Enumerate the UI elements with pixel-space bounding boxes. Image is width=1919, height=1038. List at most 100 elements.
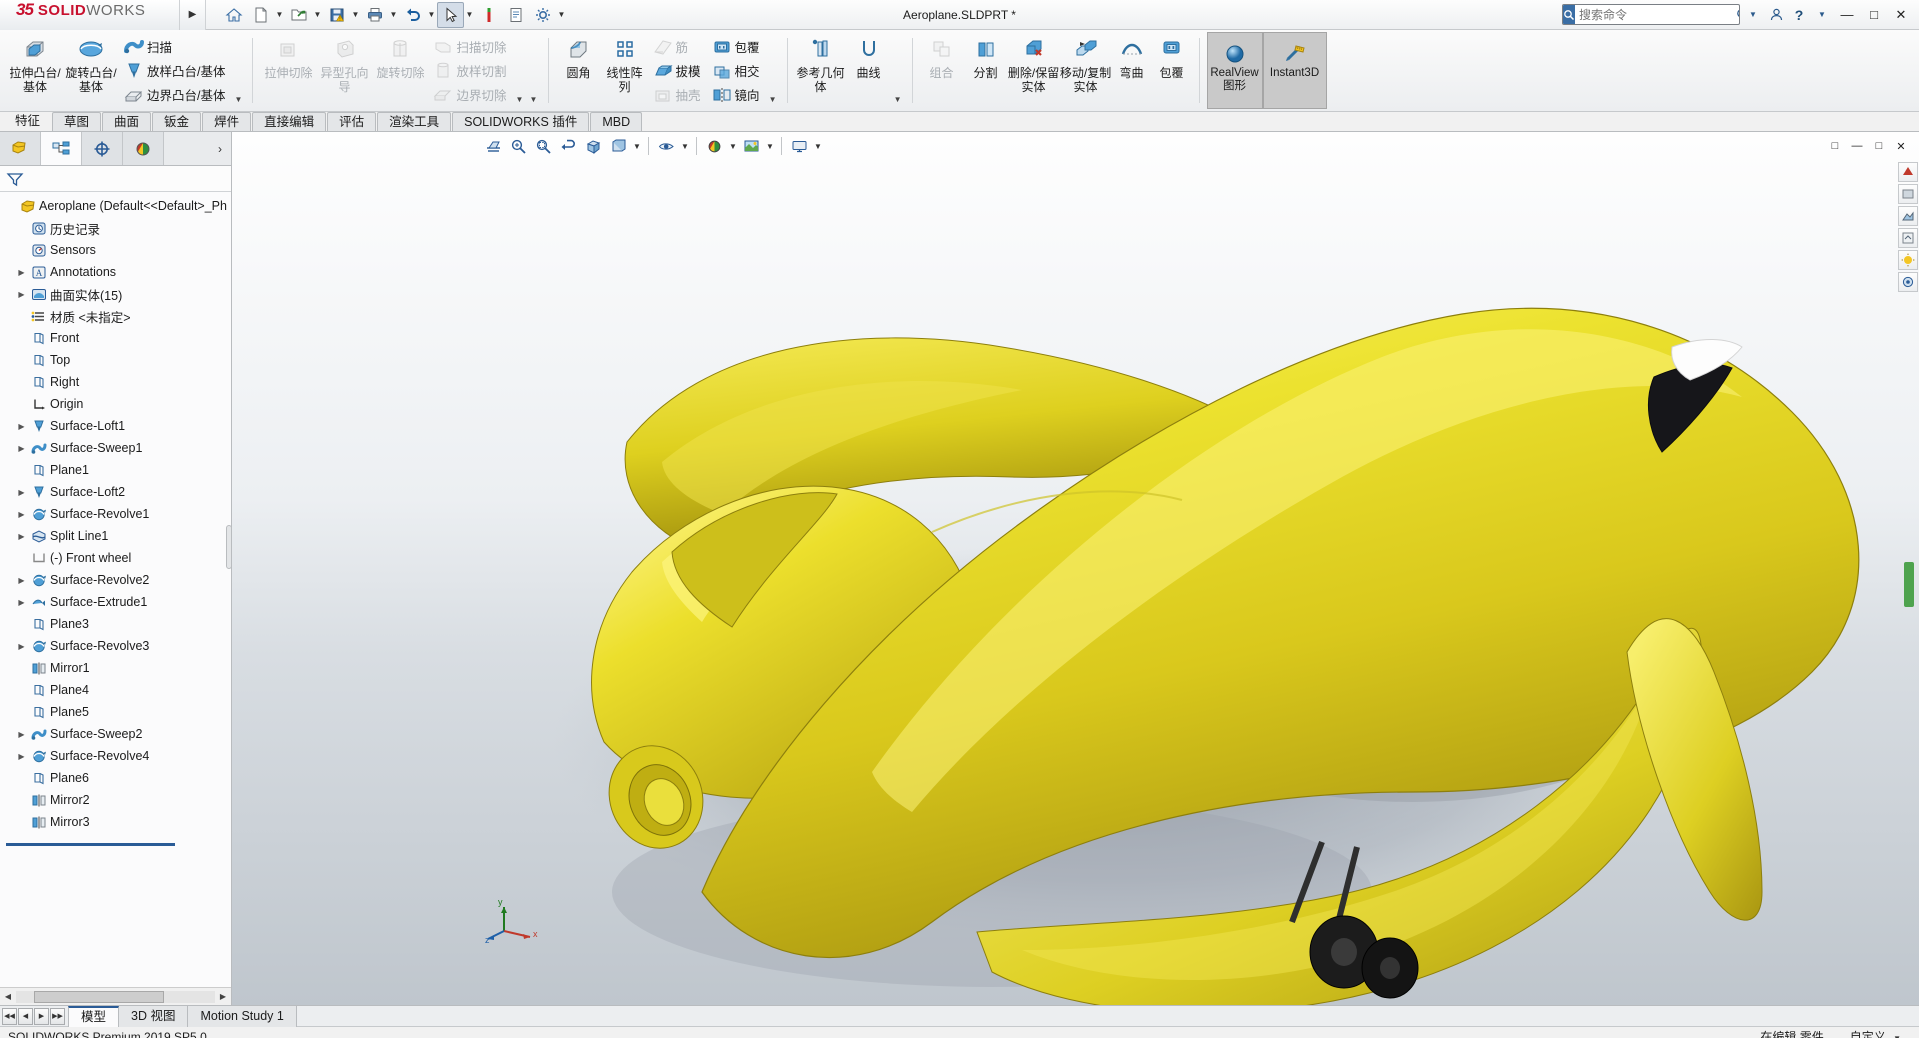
reference-geometry-button[interactable]: 参考几何体 xyxy=(795,30,847,111)
flex-button[interactable]: 弯曲 xyxy=(1112,30,1152,111)
view-orientation-icon[interactable] xyxy=(582,135,605,158)
instant3d-toggle[interactable]: Instant3D xyxy=(1262,32,1327,109)
rebuild-icon[interactable] xyxy=(475,2,502,28)
scenes-icon[interactable] xyxy=(1898,206,1918,226)
tree-expand-chevron-right-icon[interactable]: ▶ xyxy=(15,532,28,541)
hide-show-items-icon[interactable] xyxy=(655,135,678,158)
wrap2-button[interactable]: 包覆 xyxy=(1152,30,1192,111)
close-button[interactable]: ✕ xyxy=(1889,4,1913,26)
boundary-cut-button[interactable]: 边界切除 xyxy=(428,83,512,107)
tree-item[interactable]: Mirror3 xyxy=(0,811,231,833)
tab-surfaces[interactable]: 曲面 xyxy=(102,112,152,131)
custom-icon[interactable] xyxy=(1898,272,1918,292)
tree-item[interactable]: ▶ Split Line1 xyxy=(0,525,231,547)
aeroplane-model[interactable] xyxy=(232,132,1919,1005)
tree-expand-chevron-right-icon[interactable]: ▶ xyxy=(15,290,28,299)
display-style-icon[interactable] xyxy=(607,135,630,158)
search-magnifier-icon[interactable] xyxy=(1736,8,1739,21)
save-icon[interactable]: ! xyxy=(323,2,350,28)
extrude-cut-button[interactable]: 拉伸切除 xyxy=(260,30,316,111)
new-document-icon[interactable] xyxy=(247,2,274,28)
doc-minimize-button[interactable]: — xyxy=(1847,136,1867,156)
tree-item[interactable]: Mirror2 xyxy=(0,789,231,811)
tree-item[interactable]: 历史记录 xyxy=(0,217,231,239)
fillet-button[interactable]: 圆角 xyxy=(556,30,602,111)
tree-expand-chevron-right-icon[interactable]: ▶ xyxy=(15,510,28,519)
tree-expand-chevron-right-icon[interactable]: ▶ xyxy=(15,730,28,739)
tab-render-tools[interactable]: 渲染工具 xyxy=(377,112,452,131)
delete-keep-body-button[interactable]: 删除/保留实体 xyxy=(1008,30,1060,111)
status-custom-chevron-down-icon[interactable]: ▼ xyxy=(1893,1034,1901,1038)
tab-weldments[interactable]: 焊件 xyxy=(202,112,252,131)
print-chevron-down-icon[interactable]: ▼ xyxy=(388,2,399,28)
tree-expand-chevron-right-icon[interactable]: ▶ xyxy=(15,576,28,585)
hscroll-track[interactable] xyxy=(16,990,215,1003)
tree-item[interactable]: Plane6 xyxy=(0,767,231,789)
search-command-box[interactable] xyxy=(1562,4,1740,25)
sweep-cut-button[interactable]: 扫描切除 xyxy=(428,35,512,59)
tree-item[interactable]: Origin xyxy=(0,393,231,415)
apply-scene-icon[interactable] xyxy=(740,135,763,158)
scroll-left-arrow-icon[interactable]: ◀ xyxy=(0,992,16,1001)
tree-item[interactable]: Front xyxy=(0,327,231,349)
tab-sheet-metal[interactable]: 钣金 xyxy=(152,112,202,131)
open-folder-icon[interactable] xyxy=(285,2,312,28)
options-gear-icon[interactable] xyxy=(529,2,556,28)
tree-item[interactable]: 材质 <未指定> xyxy=(0,305,231,327)
tree-expand-chevron-right-icon[interactable]: ▶ xyxy=(15,642,28,651)
doc-close-button[interactable]: ✕ xyxy=(1891,136,1911,156)
decals-icon[interactable] xyxy=(1898,228,1918,248)
menu-expand-arrow[interactable]: ▶ xyxy=(180,0,206,30)
search-dropdown-chevron-icon[interactable]: ▼ xyxy=(1743,4,1763,26)
save-chevron-down-icon[interactable]: ▼ xyxy=(350,2,361,28)
bottom-tab-model[interactable]: 模型 xyxy=(68,1006,120,1027)
boundary-boss-button[interactable]: 边界凸台/基体 xyxy=(119,83,231,107)
tree-item[interactable]: Plane4 xyxy=(0,679,231,701)
tab-direct-editing[interactable]: 直接编辑 xyxy=(252,112,327,131)
tree-item[interactable]: ▶ Surface-Sweep1 xyxy=(0,437,231,459)
undo-icon[interactable] xyxy=(399,2,426,28)
wrap-button[interactable]: 包覆 xyxy=(707,35,766,59)
refgeo-chevron-down-icon[interactable]: ▼ xyxy=(891,91,905,107)
view-settings-icon[interactable] xyxy=(788,135,811,158)
tree-item[interactable]: ▶ Surface-Revolve1 xyxy=(0,503,231,525)
tree-item[interactable]: ▶ A Annotations xyxy=(0,261,231,283)
tree-expand-chevron-right-icon[interactable]: ▶ xyxy=(15,488,28,497)
cut-chevron-down-icon-2[interactable]: ▼ xyxy=(527,91,541,107)
tree-item[interactable]: Aeroplane (Default<<Default>_Ph xyxy=(0,195,231,217)
search-input[interactable] xyxy=(1575,5,1736,24)
select-cursor-icon[interactable] xyxy=(437,1,464,28)
user-account-icon[interactable] xyxy=(1766,4,1786,26)
hide-show-chevron-down-icon[interactable]: ▼ xyxy=(680,135,690,158)
status-custom-group[interactable]: 自定义 ▼ xyxy=(1850,1028,1901,1038)
tree-item[interactable]: ▶ Surface-Loft2 xyxy=(0,481,231,503)
print-icon[interactable] xyxy=(361,2,388,28)
prev-tab-button[interactable]: ◀ xyxy=(18,1007,33,1025)
feature-manager-tab[interactable] xyxy=(0,132,41,165)
tree-item[interactable]: Plane5 xyxy=(0,701,231,723)
tree-item[interactable]: Right xyxy=(0,371,231,393)
open-chevron-down-icon[interactable]: ▼ xyxy=(312,2,323,28)
lights-cameras-icon[interactable] xyxy=(1898,250,1918,270)
scene-chevron-down-icon[interactable]: ▼ xyxy=(765,135,775,158)
split-button[interactable]: 分割 xyxy=(964,30,1008,111)
help-chevron-down-icon[interactable]: ▼ xyxy=(1812,4,1832,26)
tree-item[interactable]: Plane1 xyxy=(0,459,231,481)
tree-item[interactable]: (-) Front wheel xyxy=(0,547,231,569)
combine-button[interactable]: 组合 xyxy=(920,30,964,111)
rib-button[interactable]: 筋 xyxy=(648,35,707,59)
move-copy-body-button[interactable]: 移动/复制实体 xyxy=(1060,30,1112,111)
shell-button[interactable]: 抽壳 xyxy=(648,83,707,107)
tree-item[interactable]: ▶ Surface-Extrude1 xyxy=(0,591,231,613)
previous-view-icon[interactable] xyxy=(557,135,580,158)
doc-maximize-button[interactable]: □ xyxy=(1869,136,1889,156)
realview-graphics-toggle[interactable]: RealView 图形 xyxy=(1206,32,1263,109)
scroll-right-arrow-icon[interactable]: ▶ xyxy=(215,992,231,1001)
tree-filter-bar[interactable] xyxy=(0,166,231,192)
restore-button[interactable]: □ xyxy=(1862,4,1886,26)
doc-restore-down-button[interactable]: □ xyxy=(1825,136,1845,156)
solidworks-logo[interactable]: 35 SOLID WORKS xyxy=(0,0,180,30)
select-chevron-down-icon[interactable]: ▼ xyxy=(464,2,475,28)
new-document-chevron-down-icon[interactable]: ▼ xyxy=(274,2,285,28)
tree-expand-chevron-right-icon[interactable]: ▶ xyxy=(15,444,28,453)
